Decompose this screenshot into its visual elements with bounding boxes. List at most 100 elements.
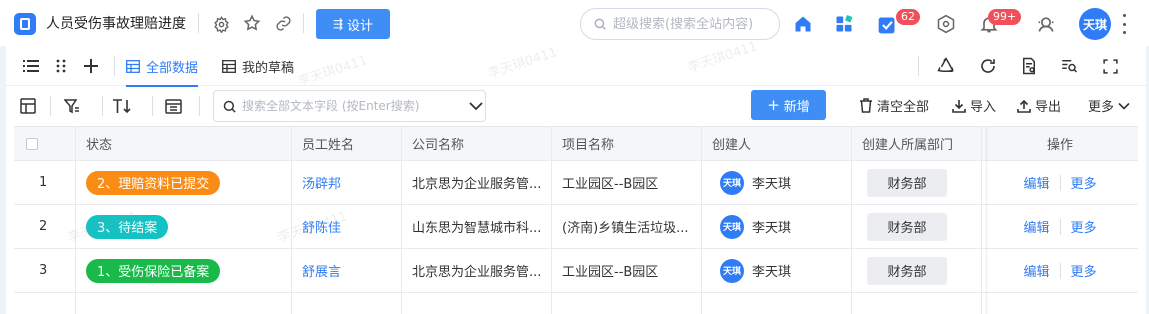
header-creator-dept[interactable]: 创建人所属部门: [852, 127, 982, 160]
status-tag: 1、受伤保险已备案: [86, 258, 221, 283]
settings-gear-icon[interactable]: [211, 14, 231, 34]
dept-cell: 财务部: [852, 205, 982, 248]
star-icon[interactable]: [242, 13, 262, 33]
divider: [1059, 262, 1061, 279]
more-link[interactable]: 更多: [1071, 173, 1097, 192]
add-view-icon[interactable]: [81, 56, 101, 76]
text-field-search-input[interactable]: [242, 99, 452, 113]
employee-cell: 汤辟邦: [292, 161, 402, 204]
list-menu-icon[interactable]: [21, 56, 41, 76]
divider: [50, 96, 51, 116]
table-header-row: 状态 员工姓名 公司名称 项目名称 创建人 创建人所属部门 操作: [14, 127, 1138, 161]
divider: [198, 13, 199, 33]
more-actions-button[interactable]: 更多: [1088, 96, 1130, 115]
select-all-checkbox[interactable]: [26, 137, 38, 150]
creator-name: 李天琪: [752, 177, 792, 192]
employee-name-link[interactable]: 舒展言: [302, 261, 341, 280]
row-index: 2: [14, 205, 76, 248]
dept-tag: 财务部: [867, 168, 947, 197]
table-row[interactable]: 2 3、待结案 舒陈佳 山东思为智慧城市科... (济南)乡镇生活垃圾... 天…: [14, 205, 1138, 249]
creator-avatar: 天琪: [720, 214, 744, 239]
export-button[interactable]: 导出: [1017, 96, 1061, 115]
creator-name: 李天琪: [752, 221, 792, 236]
row-index: 1: [14, 161, 76, 204]
operations-cell: 编辑 更多: [982, 249, 1138, 292]
divider: [102, 96, 103, 116]
empty-cell: [292, 293, 402, 314]
recycle-icon[interactable]: [936, 56, 956, 76]
chevron-down-icon[interactable]: [469, 101, 483, 111]
more-vertical-icon[interactable]: [1121, 14, 1127, 34]
app-title: 人员受伤事故理赔进度: [46, 16, 186, 32]
apps-icon[interactable]: [834, 14, 854, 34]
header-employee-name[interactable]: 员工姓名: [292, 127, 402, 160]
view-bar: 全部数据 我的草稿: [6, 46, 1146, 87]
sort-icon[interactable]: [112, 96, 132, 116]
edit-link[interactable]: 编辑: [1023, 217, 1049, 236]
clear-all-button[interactable]: 清空全部: [859, 96, 929, 115]
empty-row: [14, 293, 1138, 314]
status-cell: 3、待结案: [76, 205, 292, 248]
employee-name-link[interactable]: 舒陈佳: [302, 217, 341, 236]
export-label: 导出: [1035, 100, 1062, 115]
empty-cell: [852, 293, 982, 314]
table-row[interactable]: 3 1、受伤保险已备案 舒展言 北京思为企业服务管... 工业园区--B园区 天…: [14, 249, 1138, 293]
filter-icon[interactable]: [62, 96, 82, 116]
customer-service-icon[interactable]: [1036, 14, 1056, 34]
creator-cell: 天琪 李天琪: [702, 161, 852, 204]
dept-cell: 财务部: [852, 249, 982, 292]
import-button[interactable]: 导入: [952, 96, 996, 115]
dept-tag: 财务部: [867, 256, 947, 285]
report-icon[interactable]: [1019, 56, 1039, 76]
design-button[interactable]: ⇶ 设计: [316, 9, 390, 39]
status-tag: 3、待结案: [86, 214, 169, 239]
divider: [303, 13, 304, 33]
fixed-column-shadow: [986, 127, 988, 314]
hexagon-settings-icon[interactable]: [936, 14, 956, 34]
text-field-search[interactable]: [213, 90, 486, 122]
toolbar: + 新增 清空全部 导入 导出 更多: [6, 86, 1146, 126]
more-link[interactable]: 更多: [1071, 217, 1097, 236]
data-table: 状态 员工姓名 公司名称 项目名称 创建人 创建人所属部门 操作 1 2、理赔资…: [14, 126, 1138, 314]
add-record-button[interactable]: + 新增: [751, 90, 826, 120]
home-icon[interactable]: [793, 14, 813, 34]
header-company[interactable]: 公司名称: [402, 127, 552, 160]
dept-tag: 财务部: [867, 212, 947, 241]
status-cell: 1、受伤保险已备案: [76, 249, 292, 292]
search-list-icon[interactable]: [1059, 56, 1079, 76]
todo-count-badge: 62: [896, 9, 920, 25]
dept-cell: 财务部: [852, 161, 982, 204]
global-search-input[interactable]: [613, 16, 773, 32]
operations-cell: 编辑 更多: [982, 161, 1138, 204]
table-grid-icon: [222, 59, 236, 73]
fullscreen-icon[interactable]: [1100, 56, 1120, 76]
tab-all-data[interactable]: 全部数据: [126, 46, 199, 87]
more-link[interactable]: 更多: [1071, 261, 1097, 280]
drag-handle-icon[interactable]: [51, 56, 71, 76]
tab-my-drafts[interactable]: 我的草稿: [222, 46, 294, 86]
header-operations: 操作: [1046, 138, 1073, 153]
header-status[interactable]: 状态: [76, 127, 292, 160]
todo-check-icon[interactable]: [877, 15, 897, 35]
design-button-label: 设计: [347, 18, 374, 34]
divider: [918, 56, 919, 76]
user-avatar[interactable]: 天琪: [1079, 8, 1111, 40]
refresh-icon[interactable]: [978, 56, 998, 76]
header-creator[interactable]: 创建人: [702, 127, 852, 160]
edit-link[interactable]: 编辑: [1023, 261, 1049, 280]
edit-link[interactable]: 编辑: [1023, 173, 1049, 192]
company-cell: 山东思为智慧城市科...: [402, 205, 552, 248]
company-cell: 北京思为企业服务管...: [402, 249, 552, 292]
header-project[interactable]: 项目名称: [552, 127, 702, 160]
download-icon: [952, 99, 966, 113]
select-all-cell: [14, 127, 76, 160]
layout-icon[interactable]: [18, 96, 38, 116]
project-cell: 工业园区--B园区: [552, 161, 702, 204]
search-icon: [223, 100, 236, 113]
table-row[interactable]: 1 2、理赔资料已提交 汤辟邦 北京思为企业服务管... 工业园区--B园区 天…: [14, 161, 1138, 205]
global-search[interactable]: [580, 8, 780, 40]
calendar-view-icon[interactable]: [163, 96, 183, 116]
more-actions-label: 更多: [1088, 100, 1115, 115]
employee-name-link[interactable]: 汤辟邦: [302, 173, 341, 192]
link-icon[interactable]: [273, 13, 293, 33]
